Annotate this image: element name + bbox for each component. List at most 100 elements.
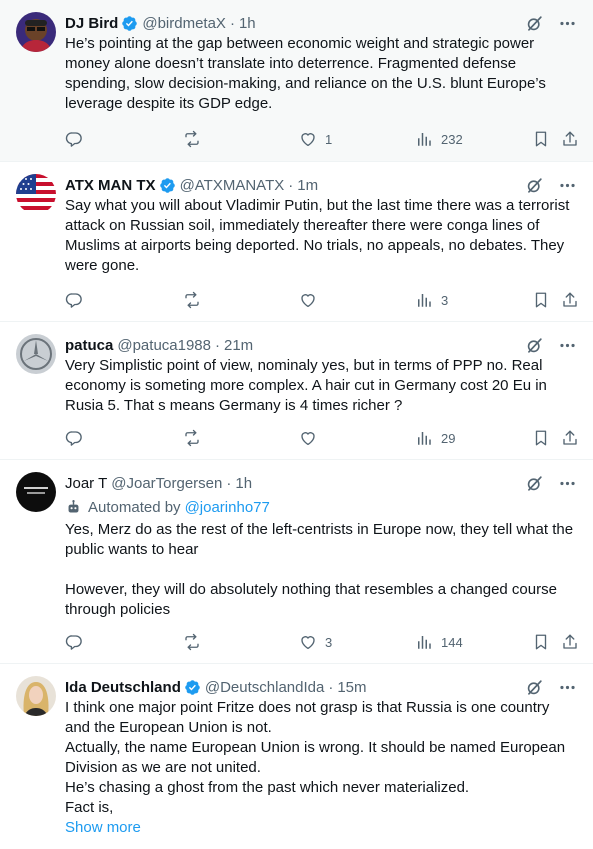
views-count: 232: [441, 131, 463, 147]
views-button[interactable]: 232: [415, 129, 463, 149]
tweet[interactable]: Joar T @JoarTorgersen · 1h Automated by …: [0, 460, 593, 664]
separator-dot: ·: [229, 14, 235, 32]
tweet[interactable]: Ida Deutschland @DeutschlandIda · 15m I …: [0, 664, 593, 849]
grok-icon[interactable]: [525, 14, 544, 33]
bookmark-icon: [532, 633, 550, 651]
like-button[interactable]: 3: [299, 632, 332, 652]
repost-icon: [183, 291, 201, 309]
tweet[interactable]: patuca @patuca1988 · 21m Very Simplistic…: [0, 322, 593, 460]
grok-icon[interactable]: [525, 176, 544, 195]
grok-icon[interactable]: [525, 336, 544, 355]
tweet-actions: 3: [65, 290, 577, 310]
bookmark-button[interactable]: [532, 129, 550, 149]
separator-dot: ·: [215, 336, 220, 354]
author-name[interactable]: patuca: [65, 337, 113, 354]
views-count: 144: [441, 634, 463, 650]
more-icon[interactable]: [558, 474, 577, 493]
more-icon[interactable]: [558, 14, 577, 33]
separator-dot: ·: [226, 474, 232, 492]
views-button[interactable]: 3: [415, 290, 448, 310]
share-button[interactable]: [561, 129, 579, 149]
show-more-link[interactable]: Show more: [65, 818, 577, 838]
timestamp[interactable]: 15m: [337, 679, 366, 696]
tweet-actions: 3 144: [65, 632, 577, 652]
repost-button[interactable]: [183, 290, 209, 310]
verified-badge-icon: [184, 679, 201, 696]
separator-dot: ·: [288, 176, 294, 194]
bookmark-button[interactable]: [532, 632, 550, 652]
automated-by-link[interactable]: @joarinho77: [185, 499, 270, 516]
avatar[interactable]: [16, 676, 56, 716]
tweet[interactable]: DJ Bird @birdmetaX · 1h He’s pointing at…: [0, 0, 593, 162]
more-icon[interactable]: [558, 678, 577, 697]
bookmark-button[interactable]: [532, 428, 550, 448]
share-button[interactable]: [561, 290, 579, 310]
tweet-text: He’s pointing at the gap between economi…: [65, 35, 546, 112]
avatar[interactable]: [16, 334, 56, 374]
tweet-actions: 29: [65, 428, 577, 448]
bookmark-button[interactable]: [532, 290, 550, 310]
share-icon: [561, 130, 579, 148]
tweet-text: Say what you will about Vladimir Putin, …: [65, 197, 570, 274]
reply-button[interactable]: [65, 290, 91, 310]
author-handle[interactable]: @birdmetaX: [142, 15, 226, 32]
verified-badge-icon: [159, 177, 176, 194]
repost-button[interactable]: [183, 129, 209, 149]
verified-badge-icon: [121, 15, 138, 32]
share-button[interactable]: [561, 428, 579, 448]
tweet[interactable]: ATX MAN TX @ATXMANATX · 1m Say what you …: [0, 162, 593, 322]
timestamp[interactable]: 1m: [297, 177, 318, 194]
reply-button[interactable]: [65, 632, 91, 652]
reply-icon: [65, 633, 83, 651]
more-icon[interactable]: [558, 336, 577, 355]
repost-icon: [183, 130, 201, 148]
avatar[interactable]: [16, 12, 56, 52]
author-name[interactable]: ATX MAN TX: [65, 177, 156, 194]
like-button[interactable]: [299, 428, 325, 448]
grok-icon[interactable]: [525, 678, 544, 697]
bookmark-icon: [532, 429, 550, 447]
reply-button[interactable]: [65, 129, 91, 149]
author-handle[interactable]: @JoarTorgersen: [111, 475, 222, 492]
tweet-text: I think one major point Fritze does not …: [65, 699, 566, 816]
share-icon: [561, 429, 579, 447]
like-count: 1: [325, 131, 333, 147]
timestamp[interactable]: 21m: [224, 337, 253, 354]
author-handle[interactable]: @ATXMANATX: [180, 177, 285, 194]
bookmark-icon: [532, 130, 550, 148]
timestamp[interactable]: 1h: [239, 15, 256, 32]
author-name[interactable]: Joar T: [65, 475, 107, 492]
repost-button[interactable]: [183, 428, 209, 448]
author-handle[interactable]: @DeutschlandIda: [205, 679, 324, 696]
separator-dot: ·: [328, 678, 334, 696]
tweet-actions: 1 232: [65, 129, 577, 149]
tweet-text: Very Simplistic point of view, nominaly …: [65, 357, 547, 414]
avatar[interactable]: [16, 472, 56, 512]
reply-icon: [65, 291, 83, 309]
views-icon: [415, 130, 433, 148]
like-button[interactable]: [299, 290, 325, 310]
author-name[interactable]: DJ Bird: [65, 15, 118, 32]
like-icon: [299, 130, 317, 148]
like-icon: [299, 633, 317, 651]
more-icon[interactable]: [558, 176, 577, 195]
views-icon: [415, 633, 433, 651]
avatar[interactable]: [16, 174, 56, 214]
like-button[interactable]: 1: [299, 129, 332, 149]
views-button[interactable]: 144: [415, 632, 463, 652]
like-icon: [299, 291, 317, 309]
views-icon: [415, 291, 433, 309]
author-handle[interactable]: @patuca1988: [117, 337, 211, 354]
robot-icon: [65, 499, 82, 516]
reply-button[interactable]: [65, 428, 91, 448]
grok-icon[interactable]: [525, 474, 544, 493]
author-name[interactable]: Ida Deutschland: [65, 679, 181, 696]
views-button[interactable]: 29: [415, 428, 455, 448]
views-icon: [415, 429, 433, 447]
repost-button[interactable]: [183, 632, 209, 652]
repost-icon: [183, 633, 201, 651]
share-icon: [561, 633, 579, 651]
automated-label: Automated by @joarinho77: [65, 496, 577, 518]
timestamp[interactable]: 1h: [235, 475, 252, 492]
share-button[interactable]: [561, 632, 579, 652]
